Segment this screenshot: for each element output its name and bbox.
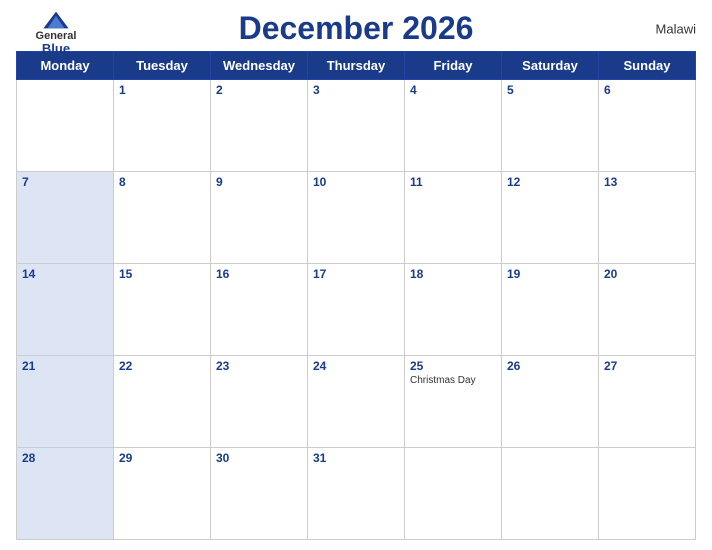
page-title: December 2026 bbox=[239, 10, 474, 47]
calendar-cell: 23 bbox=[211, 356, 308, 448]
calendar-cell: 26 bbox=[502, 356, 599, 448]
date-number: 7 bbox=[22, 175, 108, 189]
calendar-cell: 10 bbox=[308, 172, 405, 264]
date-number: 24 bbox=[313, 359, 399, 373]
date-number: 29 bbox=[119, 451, 205, 465]
date-number: 9 bbox=[216, 175, 302, 189]
date-number: 21 bbox=[22, 359, 108, 373]
calendar-cell: 30 bbox=[211, 448, 308, 540]
date-number: 15 bbox=[119, 267, 205, 281]
calendar-cell bbox=[599, 448, 696, 540]
calendar-cell: 16 bbox=[211, 264, 308, 356]
calendar-cell: 13 bbox=[599, 172, 696, 264]
date-number: 28 bbox=[22, 451, 108, 465]
calendar-cell: 24 bbox=[308, 356, 405, 448]
calendar-cell: 5 bbox=[502, 80, 599, 172]
calendar-cell: 22 bbox=[114, 356, 211, 448]
date-number: 11 bbox=[410, 175, 496, 189]
date-number: 17 bbox=[313, 267, 399, 281]
calendar-cell: 20 bbox=[599, 264, 696, 356]
date-number: 23 bbox=[216, 359, 302, 373]
date-number: 8 bbox=[119, 175, 205, 189]
day-header-thursday: Thursday bbox=[308, 52, 405, 80]
calendar-cell: 8 bbox=[114, 172, 211, 264]
calendar-cell: 12 bbox=[502, 172, 599, 264]
date-number: 3 bbox=[313, 83, 399, 97]
logo-blue: Blue bbox=[42, 42, 70, 55]
calendar-week-5: 28 29 30 31 bbox=[17, 448, 696, 540]
date-number: 13 bbox=[604, 175, 690, 189]
calendar-cell: 3 bbox=[308, 80, 405, 172]
header: General Blue December 2026 Malawi bbox=[16, 10, 696, 47]
calendar: MondayTuesdayWednesdayThursdayFridaySatu… bbox=[16, 51, 696, 540]
date-number: 25 bbox=[410, 359, 496, 373]
date-number: 12 bbox=[507, 175, 593, 189]
calendar-cell: 15 bbox=[114, 264, 211, 356]
day-header-sunday: Sunday bbox=[599, 52, 696, 80]
calendar-cell: 14 bbox=[17, 264, 114, 356]
date-number: 6 bbox=[604, 83, 690, 97]
date-number: 22 bbox=[119, 359, 205, 373]
calendar-cell: 1 bbox=[114, 80, 211, 172]
calendar-cell: 31 bbox=[308, 448, 405, 540]
calendar-cell: 17 bbox=[308, 264, 405, 356]
calendar-cell: 29 bbox=[114, 448, 211, 540]
calendar-cell: 6 bbox=[599, 80, 696, 172]
calendar-cell: 7 bbox=[17, 172, 114, 264]
calendar-cell bbox=[405, 448, 502, 540]
date-number: 26 bbox=[507, 359, 593, 373]
date-number: 14 bbox=[22, 267, 108, 281]
date-number: 31 bbox=[313, 451, 399, 465]
day-header-friday: Friday bbox=[405, 52, 502, 80]
calendar-cell: 21 bbox=[17, 356, 114, 448]
calendar-cell: 19 bbox=[502, 264, 599, 356]
calendar-week-2: 789 10 11 12 13 bbox=[17, 172, 696, 264]
calendar-cell: 27 bbox=[599, 356, 696, 448]
day-header-wednesday: Wednesday bbox=[211, 52, 308, 80]
date-number: 1 bbox=[119, 83, 205, 97]
logo-icon bbox=[42, 10, 70, 30]
date-number: 2 bbox=[216, 83, 302, 97]
calendar-cell: 9 bbox=[211, 172, 308, 264]
calendar-cell: 25 Christmas Day bbox=[405, 356, 502, 448]
calendar-week-3: 14 15 16 17 18 19 20 bbox=[17, 264, 696, 356]
event-label: Christmas Day bbox=[410, 375, 496, 386]
date-number: 16 bbox=[216, 267, 302, 281]
country-label: Malawi bbox=[656, 21, 696, 36]
calendar-cell: 2 bbox=[211, 80, 308, 172]
date-number: 10 bbox=[313, 175, 399, 189]
calendar-cell: 18 bbox=[405, 264, 502, 356]
calendar-cell: 11 bbox=[405, 172, 502, 264]
day-header-saturday: Saturday bbox=[502, 52, 599, 80]
date-number: 19 bbox=[507, 267, 593, 281]
calendar-cell: 28 bbox=[17, 448, 114, 540]
logo: General Blue bbox=[16, 10, 96, 55]
calendar-week-1: 123456 bbox=[17, 80, 696, 172]
day-header-tuesday: Tuesday bbox=[114, 52, 211, 80]
calendar-cell bbox=[502, 448, 599, 540]
date-number: 30 bbox=[216, 451, 302, 465]
date-number: 18 bbox=[410, 267, 496, 281]
date-number: 5 bbox=[507, 83, 593, 97]
calendar-header-row: MondayTuesdayWednesdayThursdayFridaySatu… bbox=[17, 52, 696, 80]
calendar-week-4: 21 22 23 24 25 Christmas Day 26 27 bbox=[17, 356, 696, 448]
calendar-cell: 4 bbox=[405, 80, 502, 172]
calendar-body: 1234567891011121314151617181920212223242… bbox=[17, 80, 696, 540]
date-number: 27 bbox=[604, 359, 690, 373]
date-number: 4 bbox=[410, 83, 496, 97]
calendar-cell bbox=[17, 80, 114, 172]
date-number: 20 bbox=[604, 267, 690, 281]
